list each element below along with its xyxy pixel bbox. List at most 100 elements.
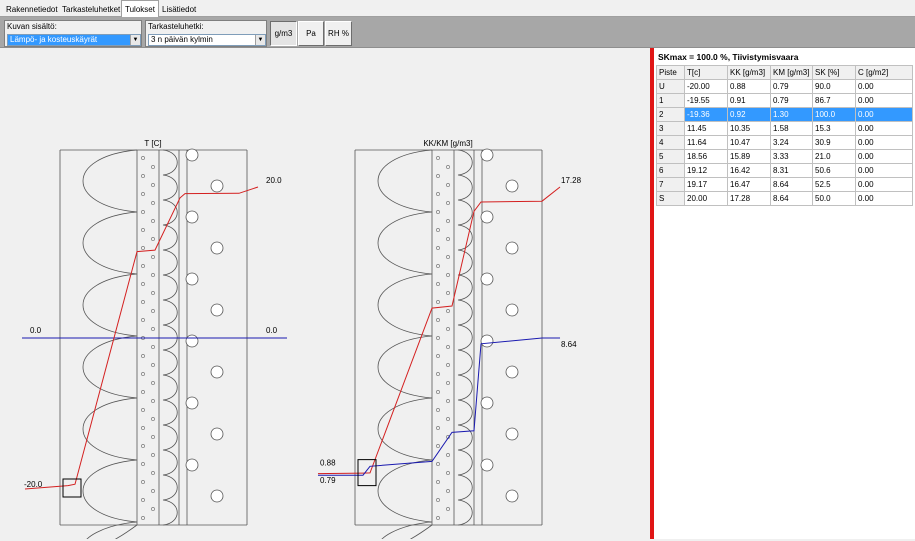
- table-row[interactable]: 2-19.360.921.30100.00.00: [657, 108, 913, 122]
- column-header[interactable]: C [g/m2]: [856, 66, 913, 80]
- dot: [446, 201, 449, 204]
- table-cell[interactable]: 16.42: [728, 164, 771, 178]
- table-cell[interactable]: 50.6: [813, 164, 856, 178]
- table-cell[interactable]: 8.64: [771, 192, 813, 206]
- column-header[interactable]: KK [g/m3]: [728, 66, 771, 80]
- table-cell[interactable]: 11.64: [685, 136, 728, 150]
- moment-field: Tarkasteluhetki: 3 n päivän kylmin ▼: [145, 20, 267, 47]
- table-row[interactable]: 619.1216.428.3150.60.00: [657, 164, 913, 178]
- table-cell[interactable]: 90.0: [813, 80, 856, 94]
- dot: [141, 480, 144, 483]
- table-cell[interactable]: 0.00: [856, 94, 913, 108]
- table-cell[interactable]: 0.88: [728, 80, 771, 94]
- table-cell[interactable]: 0.00: [856, 178, 913, 192]
- table-cell[interactable]: 30.9: [813, 136, 856, 150]
- dot: [436, 444, 439, 447]
- table-cell[interactable]: 10.47: [728, 136, 771, 150]
- table-cell[interactable]: 52.5: [813, 178, 856, 192]
- tab-rakennetiedot[interactable]: Rakennetiedot: [2, 2, 62, 16]
- table-cell[interactable]: 86.7: [813, 94, 856, 108]
- chevron-down-icon[interactable]: ▼: [130, 35, 140, 45]
- unit-gm3-button[interactable]: g/m3: [270, 21, 297, 46]
- table-cell[interactable]: 3.24: [771, 136, 813, 150]
- table-cell[interactable]: 0.00: [856, 108, 913, 122]
- tab-lisatiedot[interactable]: Lisätiedot: [158, 2, 200, 16]
- table-cell[interactable]: 0.91: [728, 94, 771, 108]
- table-cell[interactable]: 21.0: [813, 150, 856, 164]
- table-cell[interactable]: 0.00: [856, 192, 913, 206]
- dot: [141, 228, 144, 231]
- table-row[interactable]: 411.6410.473.2430.90.00: [657, 136, 913, 150]
- tab-tarkasteluhetket[interactable]: Tarkasteluhetket: [58, 2, 124, 16]
- table-cell[interactable]: 16.47: [728, 178, 771, 192]
- table-row[interactable]: U-20.000.880.7990.00.00: [657, 80, 913, 94]
- circle-mark: [506, 304, 518, 316]
- row-header-cell[interactable]: 2: [657, 108, 685, 122]
- table-cell[interactable]: 10.35: [728, 122, 771, 136]
- row-header-cell[interactable]: 4: [657, 136, 685, 150]
- circle-mark: [481, 397, 493, 409]
- circle-mark: [186, 335, 198, 347]
- table-row[interactable]: S20.0017.288.6450.00.00: [657, 192, 913, 206]
- table-cell[interactable]: 0.00: [856, 80, 913, 94]
- table-cell[interactable]: 11.45: [685, 122, 728, 136]
- row-header-cell[interactable]: 1: [657, 94, 685, 108]
- column-header[interactable]: Piste: [657, 66, 685, 80]
- table-cell[interactable]: 1.30: [771, 108, 813, 122]
- table-row[interactable]: 311.4510.351.5815.30.00: [657, 122, 913, 136]
- table-cell[interactable]: 0.79: [771, 80, 813, 94]
- table-cell[interactable]: 100.0: [813, 108, 856, 122]
- dot: [151, 219, 154, 222]
- content-select[interactable]: Lämpö- ja kosteuskäyrät ▼: [7, 34, 141, 46]
- column-header[interactable]: T[c]: [685, 66, 728, 80]
- table-cell[interactable]: 0.00: [856, 136, 913, 150]
- row-header-cell[interactable]: U: [657, 80, 685, 94]
- row-header-cell[interactable]: 7: [657, 178, 685, 192]
- moment-select[interactable]: 3 n päivän kylmin ▼: [148, 34, 266, 46]
- dot: [446, 471, 449, 474]
- row-header-cell[interactable]: 3: [657, 122, 685, 136]
- row-header-cell[interactable]: 6: [657, 164, 685, 178]
- table-cell[interactable]: 19.17: [685, 178, 728, 192]
- table-cell[interactable]: 50.0: [813, 192, 856, 206]
- dot: [151, 507, 154, 510]
- moment-label: Tarkasteluhetki:: [148, 22, 204, 31]
- dot: [446, 237, 449, 240]
- table-cell[interactable]: -20.00: [685, 80, 728, 94]
- table-cell[interactable]: 0.92: [728, 108, 771, 122]
- dot: [446, 255, 449, 258]
- row-header-cell[interactable]: S: [657, 192, 685, 206]
- table-cell[interactable]: 17.28: [728, 192, 771, 206]
- dot: [151, 201, 154, 204]
- dot: [446, 291, 449, 294]
- table-cell[interactable]: 0.00: [856, 164, 913, 178]
- table-cell[interactable]: 1.58: [771, 122, 813, 136]
- column-header[interactable]: KM [g/m3]: [771, 66, 813, 80]
- column-header[interactable]: SK [%]: [813, 66, 856, 80]
- row-header-cell[interactable]: 5: [657, 150, 685, 164]
- circle-mark: [481, 459, 493, 471]
- table-cell[interactable]: -19.36: [685, 108, 728, 122]
- table-row[interactable]: 518.5615.893.3321.00.00: [657, 150, 913, 164]
- table-cell[interactable]: 3.33: [771, 150, 813, 164]
- table-cell[interactable]: 8.64: [771, 178, 813, 192]
- unit-rh-button[interactable]: RH %: [325, 21, 352, 46]
- table-row[interactable]: 1-19.550.910.7986.70.00: [657, 94, 913, 108]
- table-cell[interactable]: 15.3: [813, 122, 856, 136]
- tab-tulokset[interactable]: Tulokset: [121, 0, 159, 18]
- table-cell[interactable]: 15.89: [728, 150, 771, 164]
- unit-pa-button[interactable]: Pa: [298, 21, 324, 46]
- table-row[interactable]: 719.1716.478.6452.50.00: [657, 178, 913, 192]
- table-cell[interactable]: 19.12: [685, 164, 728, 178]
- chevron-down-icon[interactable]: ▼: [255, 35, 265, 45]
- table-cell[interactable]: 8.31: [771, 164, 813, 178]
- table-cell[interactable]: 0.79: [771, 94, 813, 108]
- table-cell[interactable]: 0.00: [856, 122, 913, 136]
- table-cell[interactable]: 0.00: [856, 150, 913, 164]
- dot: [436, 390, 439, 393]
- table-cell[interactable]: 20.00: [685, 192, 728, 206]
- table-cell[interactable]: 18.56: [685, 150, 728, 164]
- dot: [436, 210, 439, 213]
- table-cell[interactable]: -19.55: [685, 94, 728, 108]
- circle-mark: [481, 211, 493, 223]
